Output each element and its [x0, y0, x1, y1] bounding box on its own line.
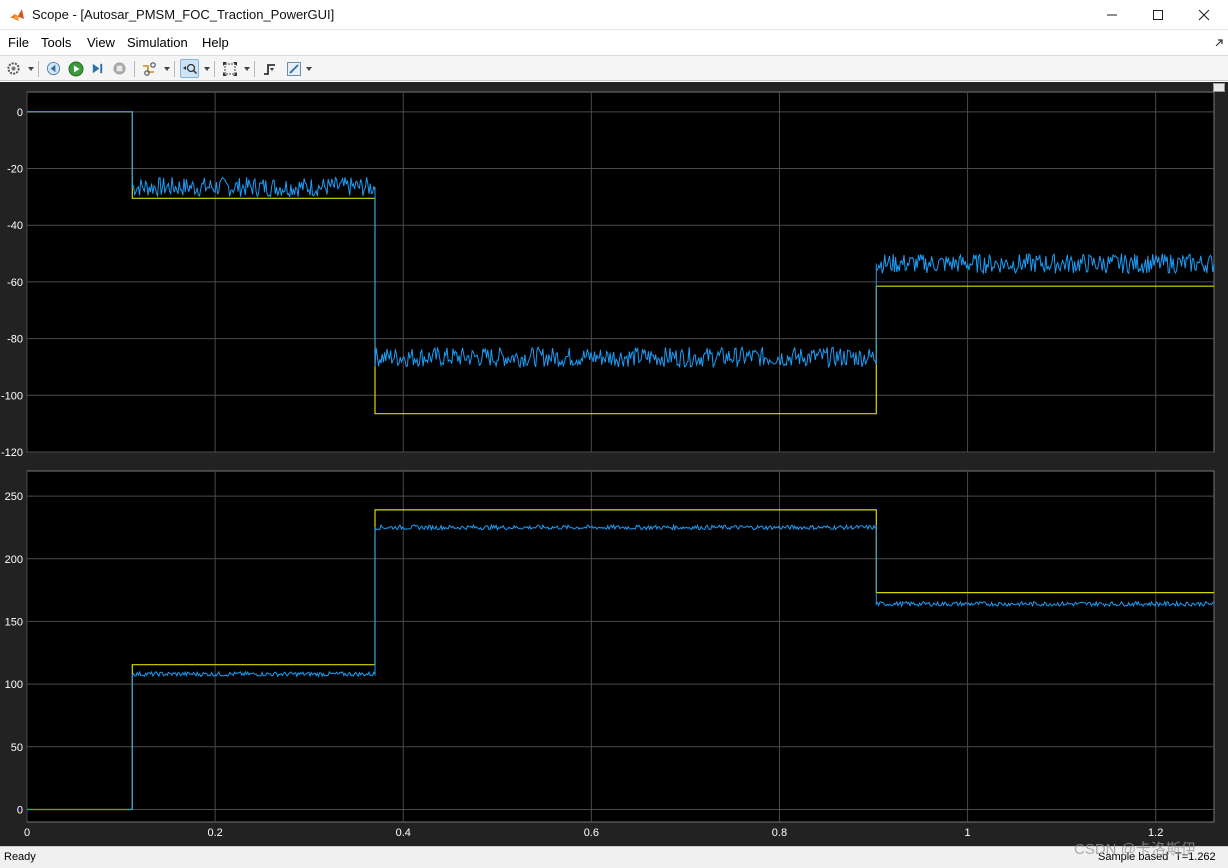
settings-dropdown-arrow-icon[interactable]	[28, 67, 34, 71]
zoom-dropdown-icon[interactable]	[204, 67, 210, 71]
autoscale-icon[interactable]	[220, 59, 239, 78]
scope-axes-2[interactable]: 0501001502002500 0.2 0.4 0.6 0.8 1 1.2	[5, 470, 1215, 839]
stop-icon[interactable]	[110, 59, 129, 78]
axes-background	[26, 470, 1215, 823]
zoom-icon[interactable]	[180, 59, 199, 78]
x-tick-label: 0.4	[396, 827, 411, 839]
menu-tools[interactable]: Tools	[41, 35, 71, 50]
maximize-icon[interactable]	[1135, 0, 1181, 30]
y-tick-label: 0	[17, 804, 23, 816]
y-tick-label: -100	[1, 390, 23, 402]
x-tick-label: 0.6	[584, 827, 599, 839]
y-tick-label: 0	[17, 107, 23, 119]
settings-gear-icon[interactable]	[4, 59, 23, 78]
y-tick-label: -120	[1, 447, 23, 459]
scope-plots[interactable]: 0 -20 -40 -60 -80 -100 -120 0 50 100 150 200 250 0 0.2…	[0, 82, 1228, 846]
y-tick-label: 100	[5, 679, 23, 691]
measure-dropdown-icon[interactable]	[306, 67, 312, 71]
undock-icon[interactable]	[1215, 38, 1224, 47]
toolbar-separator	[38, 61, 39, 77]
y-tick-label: -60	[7, 277, 23, 289]
menu-file[interactable]: File	[8, 35, 29, 50]
x-tick-label: 0	[24, 827, 30, 839]
y-tick-label: 250	[5, 491, 23, 503]
status-ready: Ready	[4, 851, 36, 863]
signal-highlight-icon[interactable]	[140, 59, 159, 78]
signal-highlight-dropdown-icon[interactable]	[164, 67, 170, 71]
toolbar-separator	[254, 61, 255, 77]
minimize-icon[interactable]	[1089, 0, 1135, 30]
step-back-icon[interactable]	[44, 59, 63, 78]
close-icon[interactable]	[1181, 0, 1227, 30]
autoscale-dropdown-icon[interactable]	[244, 67, 250, 71]
scope-figure: 0 -20 -40 -60 -80 -100 -120 0 50 100 150 200 250 0 0.2…	[0, 82, 1228, 846]
window-title: Scope - [Autosar_PMSM_FOC_Traction_Power…	[32, 7, 335, 22]
menu-bar: File Tools View Simulation Help	[0, 31, 1228, 55]
menu-help[interactable]: Help	[202, 35, 229, 50]
x-tick-label: 1	[965, 827, 971, 839]
axes-background	[26, 91, 1215, 453]
toolbar-separator	[174, 61, 175, 77]
scope-axes-1[interactable]: 0 -20 -40 -60 -80 -100 -120	[1, 91, 1215, 459]
axes-menu-icon[interactable]	[1213, 83, 1225, 92]
y-tick-label: -20	[7, 164, 23, 176]
measure-icon[interactable]	[284, 59, 303, 78]
y-tick-label: -40	[7, 220, 23, 232]
toolbar	[0, 55, 1228, 81]
watermark: CSDN @卡洛斯伊	[1074, 841, 1196, 858]
menu-simulation[interactable]: Simulation	[127, 35, 188, 50]
toolbar-separator	[214, 61, 215, 77]
x-tick-label: 0.2	[207, 827, 222, 839]
y-tick-label: 200	[5, 554, 23, 566]
status-bar: Ready Sample based T=1.262	[0, 846, 1228, 868]
y-tick-label: 50	[11, 742, 23, 754]
matlab-logo-icon	[10, 9, 24, 21]
trigger-icon[interactable]	[260, 59, 279, 78]
y-tick-label: 150	[5, 616, 23, 628]
y-tick-label: -80	[7, 334, 23, 346]
window-titlebar: Scope - [Autosar_PMSM_FOC_Traction_Power…	[0, 0, 1228, 30]
menu-view[interactable]: View	[87, 35, 115, 50]
toolbar-separator	[134, 61, 135, 77]
x-tick-label: 0.8	[772, 827, 787, 839]
step-forward-icon[interactable]	[88, 59, 107, 78]
run-icon[interactable]	[66, 59, 85, 78]
